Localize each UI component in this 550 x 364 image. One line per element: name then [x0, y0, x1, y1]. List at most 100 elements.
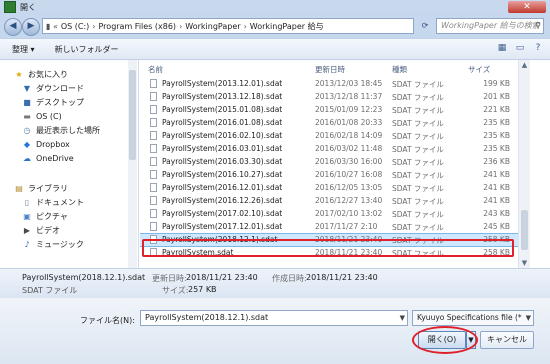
download-icon: ▼ — [23, 83, 31, 93]
nav-documents[interactable]: ▯ ドキュメント — [22, 196, 84, 209]
search-input[interactable]: WorkingPaper 給与の検索 ⚲ — [436, 18, 544, 34]
refresh-icon[interactable]: ⟳ — [418, 18, 432, 34]
file-type-filter[interactable]: Kyuuyo Specifications file (* ▼ — [412, 310, 534, 326]
dropbox-icon: ◆ — [23, 139, 31, 149]
file-type: SDAT ファイル — [392, 80, 444, 89]
scrollbar-thumb[interactable] — [521, 210, 528, 250]
nav-dropbox[interactable]: ◆ Dropbox — [22, 138, 70, 151]
nav-libraries[interactable]: ▤ ライブラリ — [14, 182, 68, 195]
search-placeholder: WorkingPaper 給与の検索 — [441, 21, 540, 30]
column-header-type[interactable]: 種類 — [392, 64, 407, 75]
file-row[interactable]: PayrollSystem(2016.12.26).sdat 2016/12/27… — [140, 195, 518, 207]
file-name: PayrollSystem(2016.03.01).sdat — [162, 144, 283, 153]
address-bar[interactable]: ▮ « OS (C:) › Program Files (x86) › Work… — [42, 18, 414, 34]
file-icon — [150, 105, 157, 114]
scrollbar-thumb[interactable] — [129, 70, 136, 160]
nav-downloads[interactable]: ▼ ダウンロード — [22, 82, 84, 95]
documents-icon: ▯ — [24, 197, 30, 207]
file-row[interactable]: PayrollSystem(2016.12.01).sdat 2016/12/05… — [140, 182, 518, 194]
chevron-down-icon[interactable]: ▼ — [525, 311, 531, 325]
column-header-date[interactable]: 更新日時 — [315, 64, 345, 75]
detail-file-type: SDAT ファイル — [22, 286, 78, 295]
selected-file-highlight — [142, 239, 514, 257]
nav-favorites[interactable]: ★ お気に入り — [14, 68, 68, 81]
file-name: PayrollSystem(2015.01.08).sdat — [162, 105, 283, 114]
detail-size-key: サイズ: — [162, 286, 189, 295]
video-icon: ▶ — [23, 225, 31, 235]
breadcrumb-segment[interactable]: WorkingPaper — [185, 22, 240, 31]
scroll-up-icon[interactable]: ▲ — [519, 60, 530, 70]
preview-pane-icon[interactable]: ▭ — [514, 42, 526, 54]
view-options-icon[interactable]: ▦ — [496, 42, 508, 54]
nav-onedrive[interactable]: ☁ OneDrive — [22, 152, 74, 165]
file-size: 245 KB — [483, 222, 510, 231]
file-row[interactable]: PayrollSystem(2016.03.30).sdat 2016/03/30… — [140, 156, 518, 168]
breadcrumb-segment[interactable]: OS (C:) — [61, 22, 89, 31]
file-row[interactable]: PayrollSystem(2015.01.08).sdat 2015/01/09… — [140, 104, 518, 116]
file-row[interactable]: PayrollSystem(2016.02.10).sdat 2016/02/18… — [140, 130, 518, 142]
file-size: 241 KB — [483, 170, 510, 179]
file-type: SDAT ファイル — [392, 119, 444, 128]
file-date: 2016/03/30 16:00 — [315, 157, 383, 166]
column-header-size[interactable]: サイズ — [468, 64, 490, 75]
nav-music[interactable]: ♪ ミュージック — [22, 238, 83, 251]
file-row[interactable]: PayrollSystem(2016.10.27).sdat 2016/10/27… — [140, 169, 518, 181]
pictures-icon: ▣ — [23, 211, 31, 221]
detail-created-key: 作成日時: — [272, 274, 307, 283]
nav-recent-places[interactable]: ◷ 最近表示した場所 — [22, 124, 101, 137]
file-icon — [150, 118, 157, 127]
help-icon[interactable]: ? — [532, 42, 544, 54]
open-button-highlight — [412, 326, 478, 354]
file-row[interactable]: PayrollSystem(2016.03.01).sdat 2016/03/02… — [140, 143, 518, 155]
breadcrumb-segment[interactable]: Program Files (x86) — [99, 22, 177, 31]
file-type: SDAT ファイル — [392, 197, 444, 206]
list-scrollbar[interactable]: ▲ ▼ — [518, 60, 530, 268]
file-row[interactable]: PayrollSystem(2017.12.01).sdat 2017/11/27… — [140, 221, 518, 233]
column-header-name[interactable]: 名前 — [148, 64, 163, 75]
nav-videos[interactable]: ▶ ビデオ — [22, 224, 60, 237]
file-icon — [150, 79, 157, 88]
desktop-icon: ■ — [23, 97, 31, 107]
nav-pictures[interactable]: ▣ ピクチャ — [22, 210, 68, 223]
navigation-pane: ★ お気に入り ▼ ダウンロード ■ デスクトップ ▬ OS (C) ◷ 最近表示した場所… — [0, 60, 139, 268]
file-row[interactable]: PayrollSystem(2013.12.18).sdat 2013/12/18… — [140, 91, 518, 103]
music-icon: ♪ — [24, 239, 30, 249]
file-icon — [150, 222, 157, 231]
open-dialog: 開く ✕ ◀ ▶ ▮ « OS (C:) › Program Files (x8… — [0, 0, 550, 364]
forward-button[interactable]: ▶ — [22, 18, 40, 36]
title-bar: 開く ✕ — [0, 0, 550, 14]
file-row[interactable]: PayrollSystem(2013.12.01).sdat 2013/12/03… — [140, 78, 518, 90]
file-name: PayrollSystem(2016.10.27).sdat — [162, 170, 283, 179]
scroll-down-icon[interactable]: ▼ — [519, 258, 530, 268]
library-icon: ▤ — [15, 183, 23, 193]
file-size: 235 KB — [483, 131, 510, 140]
detail-modified-value: 2018/11/21 23:40 — [186, 273, 258, 282]
organize-button[interactable]: 整理 ▾ — [12, 44, 35, 55]
file-date: 2015/01/09 12:23 — [315, 105, 383, 114]
chevron-down-icon[interactable]: ▼ — [400, 311, 405, 325]
file-date: 2013/12/03 18:45 — [315, 79, 383, 88]
back-button[interactable]: ◀ — [4, 18, 22, 36]
file-name-label: ファイル名(N): — [80, 316, 135, 325]
cancel-button[interactable]: キャンセル — [480, 331, 534, 349]
close-button[interactable]: ✕ — [508, 1, 546, 13]
detail-size-value: 257 KB — [188, 285, 217, 294]
chevron-right-icon[interactable]: › — [92, 22, 95, 31]
file-row[interactable]: PayrollSystem(2016.01.08).sdat 2016/01/08… — [140, 117, 518, 129]
chevron-right-icon[interactable]: › — [179, 22, 182, 31]
file-row[interactable]: PayrollSystem(2017.02.10).sdat 2017/02/10… — [140, 208, 518, 220]
nav-scrollbar[interactable] — [128, 60, 137, 268]
file-icon — [150, 196, 157, 205]
file-size: 201 KB — [483, 92, 510, 101]
address-row: ◀ ▶ ▮ « OS (C:) › Program Files (x86) › … — [0, 16, 550, 36]
breadcrumb-segment[interactable]: WorkingPaper 給与 — [250, 21, 324, 32]
new-folder-button[interactable]: 新しいフォルダー — [55, 44, 119, 55]
main-pane: ★ お気に入り ▼ ダウンロード ■ デスクトップ ▬ OS (C) ◷ 最近表示した場所… — [0, 60, 550, 268]
app-icon — [4, 1, 16, 13]
chevron-right-icon[interactable]: › — [244, 22, 247, 31]
nav-desktop[interactable]: ■ デスクトップ — [22, 96, 84, 109]
detail-file-name: PayrollSystem(2018.12.1).sdat — [22, 273, 146, 282]
file-type: SDAT ファイル — [392, 93, 444, 102]
file-name-input[interactable]: PayrollSystem(2018.12.1).sdat ▼ — [140, 310, 408, 326]
nav-os-c[interactable]: ▬ OS (C) — [22, 110, 62, 123]
